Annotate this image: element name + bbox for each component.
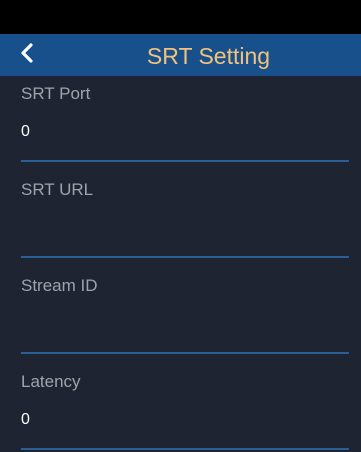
divider	[21, 352, 349, 354]
back-button[interactable]	[12, 40, 42, 70]
srt-port-label: SRT Port	[21, 84, 91, 103]
divider	[21, 256, 349, 258]
status-bar	[0, 0, 361, 34]
chevron-left-icon	[20, 42, 34, 68]
stream-id-input[interactable]	[21, 312, 349, 336]
srt-url-field: SRT URL	[21, 172, 349, 258]
latency-label: Latency	[21, 372, 81, 391]
latency-input[interactable]	[21, 408, 349, 432]
page-title: SRT Setting	[146, 43, 271, 69]
latency-field: Latency	[21, 364, 349, 450]
divider	[21, 448, 349, 450]
srt-url-input[interactable]	[21, 216, 349, 240]
stream-id-field: Stream ID	[21, 268, 349, 354]
srt-url-label: SRT URL	[21, 180, 94, 199]
header-bar: SRT Setting	[0, 34, 361, 76]
srt-port-field: SRT Port	[21, 76, 349, 162]
srt-port-input[interactable]	[21, 120, 349, 144]
stream-id-label: Stream ID	[21, 276, 98, 295]
divider	[21, 160, 349, 162]
